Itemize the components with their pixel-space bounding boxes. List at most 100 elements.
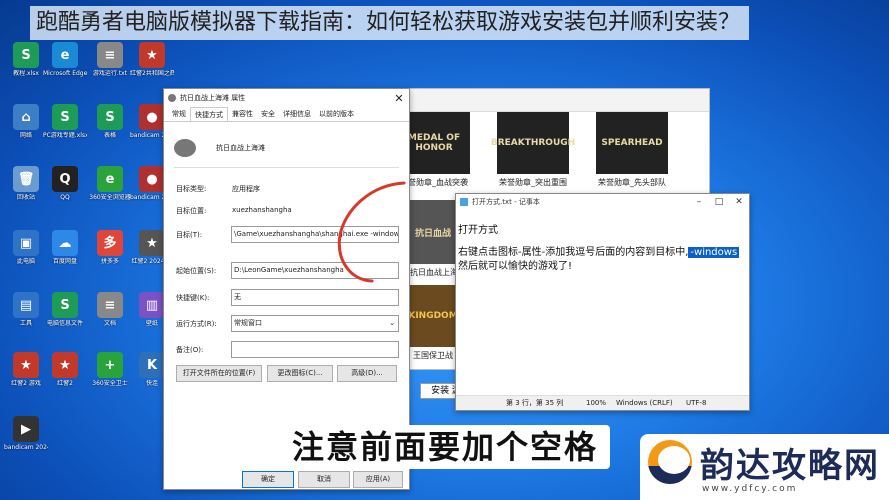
desktop-icon-label: 文档 bbox=[103, 320, 116, 327]
open-file-location-button[interactable]: 打开文件所在的位置(F) bbox=[176, 365, 262, 382]
notepad-title: 打开方式.txt - 记事本 bbox=[472, 198, 540, 206]
desktop-icon-label: 百度网盘 bbox=[52, 258, 77, 265]
advanced-button[interactable]: 高级(D)... bbox=[337, 365, 397, 382]
start-in-label: 起始位置(S): bbox=[176, 267, 217, 275]
desktop-icon[interactable]: ≡ 文档 bbox=[88, 292, 132, 327]
explorer-toolbar bbox=[409, 89, 709, 112]
desktop-icon-label: 红警2 游戏 bbox=[11, 380, 41, 387]
desktop-icon-label: PC游戏专题.xlsx bbox=[43, 132, 87, 139]
app-icon: K bbox=[139, 352, 165, 378]
app-icon: ☁ bbox=[52, 230, 78, 256]
desktop-icon-label: Microsoft Edge bbox=[43, 70, 87, 77]
ok-button[interactable]: 确定 bbox=[242, 471, 294, 488]
logo-icon bbox=[648, 440, 692, 484]
desktop-icon-label: 表格 bbox=[103, 132, 116, 139]
desktop-icon-label: 拼多多 bbox=[100, 258, 119, 265]
text-line-2: 右键点击图标-属性-添加我逗号后面的内容到目标中, -windows bbox=[458, 247, 740, 258]
desktop-icon-label: 回收站 bbox=[16, 194, 35, 201]
app-icon: S bbox=[13, 42, 39, 68]
minimize-icon[interactable]: – bbox=[689, 197, 709, 207]
desktop-icon[interactable]: 🗑 回收站 bbox=[4, 166, 48, 201]
desktop-icon[interactable]: S 表格 bbox=[88, 104, 132, 139]
desktop-icon[interactable]: 多拼多多 bbox=[88, 230, 132, 265]
tab-general[interactable]: 常规 bbox=[168, 107, 190, 121]
selected-text: -windows bbox=[688, 247, 740, 258]
desktop-icon[interactable]: S 电脑信息文件 bbox=[43, 292, 87, 327]
comment-input[interactable] bbox=[231, 341, 399, 358]
desktop-icon[interactable]: ≡ 游戏运行.txt bbox=[88, 42, 132, 77]
tab-security[interactable]: 安全 bbox=[257, 107, 279, 121]
desktop-icon-label: QQ bbox=[60, 194, 70, 201]
watermark: 韵达攻略网 www.ydfcy.com bbox=[640, 434, 889, 500]
window-controls: – □ ✕ bbox=[689, 197, 749, 207]
thumbnail-breakthrough[interactable]: BREAKTHROUGH 荣誉勋章_突出重围 bbox=[491, 112, 575, 188]
hotkey-label: 快捷键(K): bbox=[176, 294, 210, 302]
run-select[interactable]: 常规窗口 ⌄ bbox=[231, 315, 399, 332]
app-icon: e bbox=[97, 166, 123, 192]
app-icon: ▤ bbox=[13, 292, 39, 318]
app-icon: ▥ bbox=[139, 292, 165, 318]
desktop-icon[interactable]: ▤ 工具 bbox=[4, 292, 48, 327]
app-icon: ≡ bbox=[97, 292, 123, 318]
close-icon[interactable]: ✕ bbox=[389, 92, 409, 105]
desktop-icon-label: 360安全浏览器 bbox=[89, 194, 131, 201]
tab-previous-versions[interactable]: 以前的版本 bbox=[315, 107, 358, 121]
desktop-icon[interactable]: ▣ 此电脑 bbox=[4, 230, 48, 265]
change-icon-button[interactable]: 更改图标(C)... bbox=[267, 365, 333, 382]
run-label: 运行方式(R): bbox=[176, 320, 217, 328]
app-icon: S bbox=[97, 104, 123, 130]
target-location-row: 目标位置: xuezhanshangha bbox=[176, 206, 292, 215]
desktop-icon[interactable]: e Microsoft Edge bbox=[43, 42, 87, 77]
desktop-icon[interactable]: S PC游戏专题.xlsx bbox=[43, 104, 87, 139]
desktop-icon[interactable]: +360安全卫士 bbox=[88, 352, 132, 387]
desktop-icon[interactable]: e 360安全浏览器 bbox=[88, 166, 132, 201]
maximize-icon[interactable]: □ bbox=[709, 197, 729, 207]
comment-label: 备注(O): bbox=[176, 346, 204, 354]
apply-button[interactable]: 应用(A) bbox=[353, 471, 403, 488]
desktop-icon-label: 360安全卫士 bbox=[92, 380, 128, 387]
close-icon[interactable]: ✕ bbox=[729, 197, 749, 207]
thumbnail-shanghai[interactable]: 抗日血战 抗日血战上海滩 bbox=[410, 200, 466, 278]
app-icon: ★ bbox=[52, 352, 78, 378]
dialog-titlebar: 抗日血战上海滩 属性 ✕ bbox=[164, 89, 409, 107]
shortcut-header: 抗日血战上海滩 bbox=[174, 139, 265, 157]
thumbnail-spearhead[interactable]: SPEARHEAD 荣誉勋章_先头部队 bbox=[596, 112, 668, 188]
watermark-url: www.ydfcy.com bbox=[702, 484, 798, 494]
divider bbox=[174, 167, 399, 168]
tab-compatibility[interactable]: 兼容性 bbox=[228, 107, 257, 121]
desktop-icon[interactable]: ▶ bandicam 2024-03-... bbox=[4, 416, 48, 451]
cancel-button[interactable]: 取消 bbox=[298, 471, 350, 488]
notepad-titlebar: 打开方式.txt - 记事本 – □ ✕ bbox=[456, 194, 749, 210]
text-line-3: 然后就可以愉快的游戏了! bbox=[458, 261, 573, 272]
desktop-icon[interactable]: Q QQ bbox=[43, 166, 87, 201]
app-icon: ★ bbox=[139, 42, 165, 68]
desktop-icon-label: 网络 bbox=[19, 132, 32, 139]
desktop-icon[interactable]: ☁ 百度网盘 bbox=[43, 230, 87, 265]
video-caption: 注意前面要加个空格 bbox=[280, 425, 610, 469]
desktop-icon[interactable]: ★ 红警2 游戏 bbox=[4, 352, 48, 387]
desktop-icon[interactable]: ★ 红警2 bbox=[43, 352, 87, 387]
desktop-icon[interactable]: S 教程.xlsx bbox=[4, 42, 48, 77]
hotkey-input[interactable]: 无 bbox=[231, 289, 399, 306]
line-ending: Windows (CRLF) bbox=[616, 399, 673, 407]
target-type-row: 目标类型: 应用程序 bbox=[176, 185, 260, 193]
text-line-1: 打开方式 bbox=[458, 225, 498, 236]
notepad-text[interactable]: 打开方式 右键点击图标-属性-添加我逗号后面的内容到目标中, -windows 然… bbox=[458, 224, 740, 274]
chevron-down-icon: ⌄ bbox=[389, 319, 395, 327]
tab-details[interactable]: 详细信息 bbox=[279, 107, 315, 121]
desktop-icon-label: 游戏运行.txt bbox=[92, 70, 128, 77]
app-icon: ● bbox=[139, 104, 165, 130]
notepad-icon bbox=[460, 198, 468, 206]
app-icon: ▶ bbox=[13, 416, 39, 442]
desktop-icon-label: 红警2 bbox=[57, 380, 73, 387]
desktop-icon[interactable]: ★ 红警2共和国之辉 2024-09-... bbox=[130, 42, 174, 77]
thumbnail-kingdom[interactable]: KINGDOM 王国保卫战 bbox=[408, 285, 458, 361]
tab-shortcut[interactable]: 快捷方式 bbox=[190, 107, 228, 121]
dialog-tabs: 常规 快捷方式 兼容性 安全 详细信息 以前的版本 bbox=[164, 107, 409, 122]
annotation-circle bbox=[337, 181, 406, 283]
desktop-icon[interactable]: ⌂ 网络 bbox=[4, 104, 48, 139]
app-icon: ▣ bbox=[13, 230, 39, 256]
app-icon: 多 bbox=[97, 230, 123, 256]
app-icon: ★ bbox=[13, 352, 39, 378]
dialog-title: 抗日血战上海滩 属性 bbox=[180, 94, 246, 102]
